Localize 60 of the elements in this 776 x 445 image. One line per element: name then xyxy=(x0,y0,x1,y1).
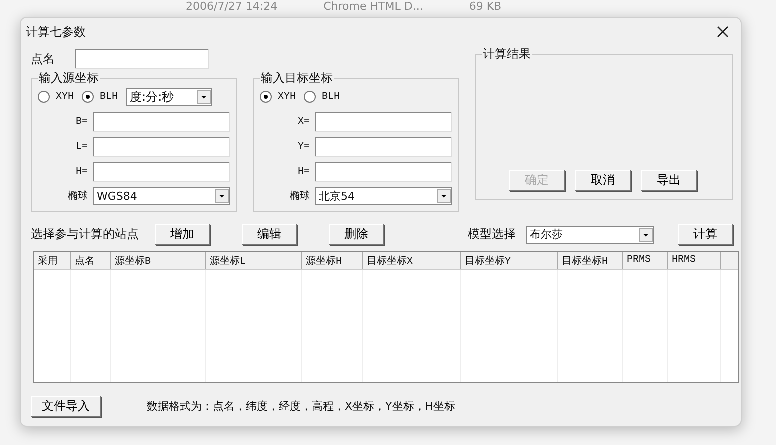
column-header[interactable]: 目标坐标H xyxy=(562,254,608,268)
compute-button[interactable]: 计算 xyxy=(678,224,733,245)
field-label: Y= xyxy=(298,142,310,152)
field-label: H= xyxy=(76,166,88,178)
radio-label[interactable]: XYH xyxy=(56,92,74,102)
field-label: 椭球 xyxy=(68,190,88,203)
group-title: 输入源坐标 xyxy=(38,70,100,87)
model-dropdown[interactable]: 布尔莎 xyxy=(526,226,654,244)
radio-label[interactable]: BLH xyxy=(322,92,340,102)
format-note: 数据格式为：点名，纬度，经度，高程，X坐标，Y坐标，H坐标 xyxy=(147,399,456,414)
coordinate-field[interactable] xyxy=(315,112,452,132)
column-header[interactable]: 源坐标B xyxy=(115,254,152,268)
coordinate-field[interactable] xyxy=(93,112,230,132)
column-header[interactable]: HRMS xyxy=(672,255,696,266)
file-date: 2006/7/27 14:24 xyxy=(186,0,278,13)
file-size: 69 KB xyxy=(469,0,502,13)
radio-button[interactable] xyxy=(260,91,272,103)
radio-label[interactable]: BLH xyxy=(100,92,118,102)
close-icon[interactable] xyxy=(717,26,729,38)
column-header[interactable]: 点名 xyxy=(75,254,95,268)
file-import-button[interactable]: 文件导入 xyxy=(31,396,101,417)
radio-button[interactable] xyxy=(38,91,50,103)
point-name-field[interactable] xyxy=(75,49,209,69)
field-label: B= xyxy=(76,116,88,128)
field-label: X= xyxy=(298,116,310,128)
caret-icon xyxy=(197,90,212,104)
caret-icon xyxy=(437,189,451,203)
field-label: 椭球 xyxy=(290,190,310,203)
caret-icon xyxy=(639,228,653,242)
section-label: 选择参与计算的站点 xyxy=(31,226,139,243)
radio-button[interactable] xyxy=(304,91,316,103)
column-header[interactable]: PRMS xyxy=(627,255,652,266)
station-button[interactable]: 增加 xyxy=(155,224,210,245)
coordinate-field[interactable] xyxy=(315,137,452,157)
radio-button[interactable] xyxy=(82,91,94,103)
column-header[interactable]: 源坐标H xyxy=(306,254,342,268)
field-label: 点名 xyxy=(31,50,55,68)
angle-format-dropdown[interactable]: 度:分:秒 xyxy=(126,88,212,106)
coordinate-field[interactable] xyxy=(93,162,230,182)
dialog-button[interactable]: 取消 xyxy=(575,170,631,191)
file-type: Chrome HTML D... xyxy=(324,0,424,13)
group-title: 计算结果 xyxy=(482,46,532,63)
group-title: 输入目标坐标 xyxy=(260,70,334,87)
column-header[interactable]: 采用 xyxy=(38,254,58,268)
column-header[interactable]: 目标坐标X xyxy=(367,254,414,268)
field-label: L= xyxy=(76,142,88,152)
column-header[interactable]: 源坐标L xyxy=(210,254,246,268)
caret-icon xyxy=(215,189,229,203)
ellipsoid-dropdown[interactable]: 北京54 xyxy=(315,187,452,205)
coordinate-field[interactable] xyxy=(93,137,230,157)
dialog-button[interactable]: 导出 xyxy=(641,170,697,191)
radio-label[interactable]: XYH xyxy=(278,92,296,102)
ellipsoid-dropdown[interactable]: WGS84 xyxy=(93,187,230,205)
window-title: 计算七参数 xyxy=(26,24,86,40)
column-header[interactable]: 目标坐标Y xyxy=(465,254,512,268)
coordinate-field[interactable] xyxy=(315,162,452,182)
field-label: 模型选择 xyxy=(468,226,516,243)
station-button[interactable]: 编辑 xyxy=(242,224,297,245)
field-label: H= xyxy=(298,166,310,178)
station-button[interactable]: 删除 xyxy=(329,224,384,245)
